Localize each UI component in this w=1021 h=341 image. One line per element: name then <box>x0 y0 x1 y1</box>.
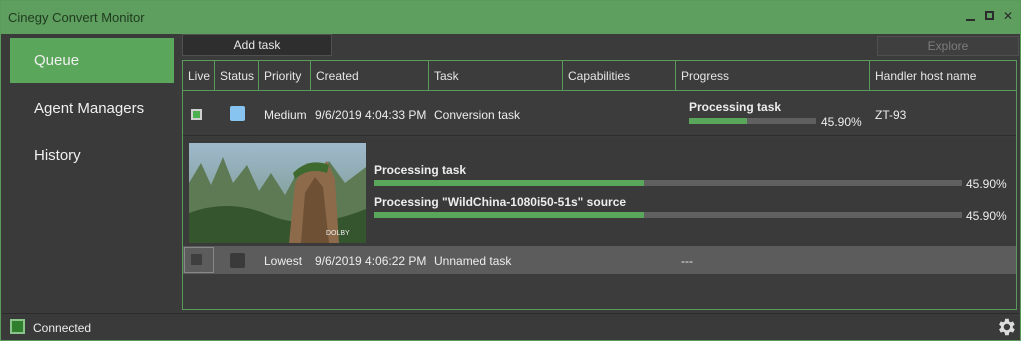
detail-source-progress-bar <box>374 212 962 218</box>
detail-progress-label: Processing task <box>374 163 467 177</box>
main-panel: Add task Explore Live Status Priority Cr… <box>181 34 1019 312</box>
sidebar: Queue Agent Managers History <box>2 34 179 312</box>
detail-progress-bar-fill <box>374 180 644 186</box>
priority-value: Medium <box>264 108 307 122</box>
video-thumbnail: DOLBY <box>189 143 366 243</box>
column-header-host[interactable]: Handler host name <box>870 61 1016 91</box>
detail-progress-percent: 45.90% <box>966 177 1007 191</box>
status-bar: Connected <box>2 313 1019 340</box>
sidebar-item-history[interactable]: History <box>10 133 174 178</box>
progress-bar-fill <box>689 118 748 124</box>
task-grid: Live Status Priority Created Task Capabi… <box>182 60 1017 310</box>
column-header-priority[interactable]: Priority <box>259 61 311 91</box>
created-value: 9/6/2019 4:06:22 PM <box>315 254 427 268</box>
column-header-live[interactable]: Live <box>183 61 215 91</box>
minimize-icon[interactable] <box>964 9 978 23</box>
status-indicator <box>230 253 245 268</box>
explore-button[interactable]: Explore <box>877 36 1019 56</box>
live-checkbox[interactable] <box>191 254 202 265</box>
progress-bar <box>689 118 816 124</box>
task-name: Unnamed task <box>434 254 512 268</box>
window-title: Cinegy Convert Monitor <box>8 10 145 25</box>
column-header-progress[interactable]: Progress <box>676 61 870 91</box>
connection-status-icon <box>10 319 25 334</box>
priority-value: Lowest <box>264 254 303 268</box>
detail-source-percent: 45.90% <box>966 209 1007 223</box>
table-row[interactable]: Medium 9/6/2019 4:04:33 PM Conversion ta… <box>183 92 1016 136</box>
grid-header: Live Status Priority Created Task Capabi… <box>183 61 1016 91</box>
add-task-button[interactable]: Add task <box>182 34 332 56</box>
status-indicator <box>230 106 245 121</box>
maximize-icon[interactable] <box>983 9 997 23</box>
progress-text: --- <box>681 254 693 268</box>
app-window: Cinegy Convert Monitor ✕ Queue Agent Man… <box>0 0 1021 341</box>
sidebar-item-label: Agent Managers <box>34 100 145 117</box>
sidebar-item-agent-managers[interactable]: Agent Managers <box>10 86 174 131</box>
detail-source-progress-bar-fill <box>374 212 644 218</box>
dolby-badge: DOLBY <box>326 230 350 237</box>
column-header-task[interactable]: Task <box>429 61 563 91</box>
close-icon[interactable]: ✕ <box>1001 9 1015 23</box>
column-header-capabilities[interactable]: Capabilities <box>563 61 676 91</box>
detail-progress-bar <box>374 180 962 186</box>
thumbnail-image <box>189 143 366 243</box>
column-header-status[interactable]: Status <box>215 61 259 91</box>
live-checkbox[interactable] <box>191 109 202 120</box>
progress-label: Processing task <box>689 100 782 114</box>
table-row[interactable]: Lowest 9/6/2019 4:06:22 PM Unnamed task … <box>183 246 1016 274</box>
progress-percent: 45.90% <box>821 115 862 129</box>
sidebar-item-label: History <box>34 147 81 164</box>
connection-status: Connected <box>33 321 92 335</box>
column-header-created[interactable]: Created <box>311 61 429 91</box>
sidebar-item-queue[interactable]: Queue <box>10 38 174 83</box>
task-name: Conversion task <box>434 108 521 122</box>
gear-icon[interactable] <box>995 316 1017 338</box>
title-bar[interactable]: Cinegy Convert Monitor ✕ <box>1 1 1020 34</box>
host-name: ZT-93 <box>875 108 907 122</box>
sidebar-item-label: Queue <box>34 52 80 69</box>
detail-source-label: Processing "WildChina-1080i50-51s" sourc… <box>374 195 627 209</box>
created-value: 9/6/2019 4:04:33 PM <box>315 108 427 122</box>
task-detail-panel: DOLBY Processing task 45.90% Processing … <box>183 137 1016 246</box>
